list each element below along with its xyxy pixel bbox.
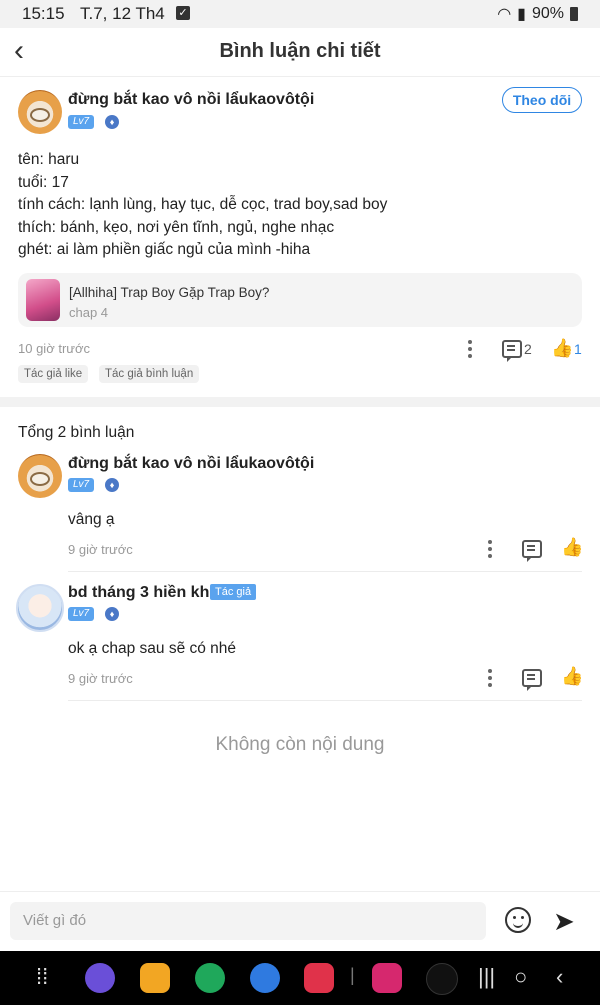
home-icon[interactable]: ○ <box>514 964 527 990</box>
post-line: tên: haru <box>18 151 80 168</box>
more-options-icon[interactable] <box>488 540 492 558</box>
level-badge: Lv7 <box>68 115 95 129</box>
post-time: 10 giờ trước <box>18 341 90 356</box>
author-commented-tag: Tác giả bình luận <box>99 365 200 383</box>
recent-apps-icon[interactable]: ||| <box>478 964 495 990</box>
send-icon[interactable]: ➤ <box>553 906 575 937</box>
story-title: [Allhiha] Trap Boy Gặp Trap Boy? <box>69 285 270 300</box>
post-line: thích: bánh, kẹo, nơi yên tĩnh, ngủ, ngh… <box>18 218 335 236</box>
browser-app-icon[interactable] <box>85 963 115 993</box>
comment-count: 2 <box>524 341 532 357</box>
messages-app-icon[interactable] <box>250 963 280 993</box>
battery-level: 90% <box>531 5 564 22</box>
like-count: 1 <box>574 341 582 357</box>
section-divider <box>0 397 600 407</box>
story-chapter: chap 4 <box>69 305 109 320</box>
phone-app-icon[interactable] <box>195 963 225 993</box>
comment-text: vâng ạ <box>68 511 115 528</box>
avatar[interactable] <box>16 584 64 632</box>
comment-text: ok ạ chap sau sẽ có nhé <box>68 640 237 657</box>
comment-username[interactable]: bd tháng 3 hiền khô <box>68 584 219 602</box>
thumbs-up-icon[interactable]: 👍 <box>561 538 583 556</box>
gallery-app-icon[interactable] <box>372 963 402 993</box>
post-line: ghét: ai làm phiền giấc ngủ của mình -hi… <box>18 241 311 258</box>
thumbs-up-icon[interactable]: 👍 <box>561 667 583 685</box>
files-app-icon[interactable] <box>140 963 170 993</box>
reply-icon[interactable] <box>522 669 542 691</box>
comment-username[interactable]: đừng bắt kao vô nồi lẩukaovôtội <box>68 455 314 473</box>
story-thumbnail <box>26 279 60 321</box>
more-options-icon[interactable] <box>488 669 492 687</box>
post-line: tính cách: lạnh lùng, hay tục, dễ cọc, t… <box>18 196 388 213</box>
follow-button[interactable]: Theo dõi <box>502 87 582 113</box>
thumbs-up-icon[interactable]: 👍 <box>551 339 573 357</box>
post-line: tuổi: 17 <box>18 173 69 191</box>
divider <box>68 571 582 572</box>
page-title: Bình luận chi tiết <box>219 40 381 62</box>
author-badge: Tác giả <box>210 584 257 600</box>
app-drawer-icon[interactable]: ⁞⁞ <box>36 964 48 990</box>
end-of-content-label: Không còn nội dung <box>215 734 385 755</box>
avatar[interactable] <box>18 90 62 134</box>
reply-icon[interactable] <box>522 540 542 562</box>
comment-input[interactable]: Viết gì đó <box>10 902 486 940</box>
dock-divider: | <box>350 965 355 985</box>
battery-icon <box>570 7 578 21</box>
verified-shield-icon: ♦ <box>105 115 119 129</box>
status-time: 15:15 <box>22 4 65 23</box>
emoji-icon[interactable] <box>505 907 531 933</box>
author-liked-tag: Tác giả like <box>18 365 89 383</box>
tiktok-app-icon[interactable] <box>426 963 458 995</box>
level-badge: Lv7 <box>68 607 95 621</box>
level-badge: Lv7 <box>68 478 95 492</box>
wifi-icon: ◠ <box>497 6 512 23</box>
system-nav-bar: ⁞⁞ | ||| ○ ‹ <box>0 951 600 1005</box>
more-options-icon[interactable] <box>468 340 472 358</box>
signal-icon: ▮ <box>517 6 526 23</box>
comment-total: Tổng 2 bình luận <box>18 424 135 441</box>
comment-input-bar: Viết gì đó ➤ <box>0 891 600 952</box>
notification-icon: ✓ <box>176 6 190 20</box>
comment-time: 9 giờ trước <box>68 671 133 686</box>
app-header: ‹ Bình luận chi tiết <box>0 28 600 77</box>
status-bar: 15:15 T.7, 12 Th4 ✓ ◠ ▮ 90% <box>0 0 600 28</box>
comment-time: 9 giờ trước <box>68 542 133 557</box>
divider <box>68 700 582 701</box>
post-content: tên: haru tuổi: 17 tính cách: lạnh lùng,… <box>18 149 578 262</box>
status-date: T.7, 12 Th4 <box>80 4 165 23</box>
avatar[interactable] <box>18 454 62 498</box>
camera-app-icon[interactable] <box>304 963 334 993</box>
verified-shield-icon: ♦ <box>105 607 119 621</box>
comment-icon[interactable] <box>502 340 522 362</box>
post-username[interactable]: đừng bắt kao vô nồi lẩukaovôtội <box>68 91 314 109</box>
verified-shield-icon: ♦ <box>105 478 119 492</box>
status-right: ◠ ▮ 90% <box>497 4 578 24</box>
story-link-card[interactable]: [Allhiha] Trap Boy Gặp Trap Boy? chap 4 <box>18 273 582 327</box>
back-nav-icon[interactable]: ‹ <box>556 964 563 990</box>
